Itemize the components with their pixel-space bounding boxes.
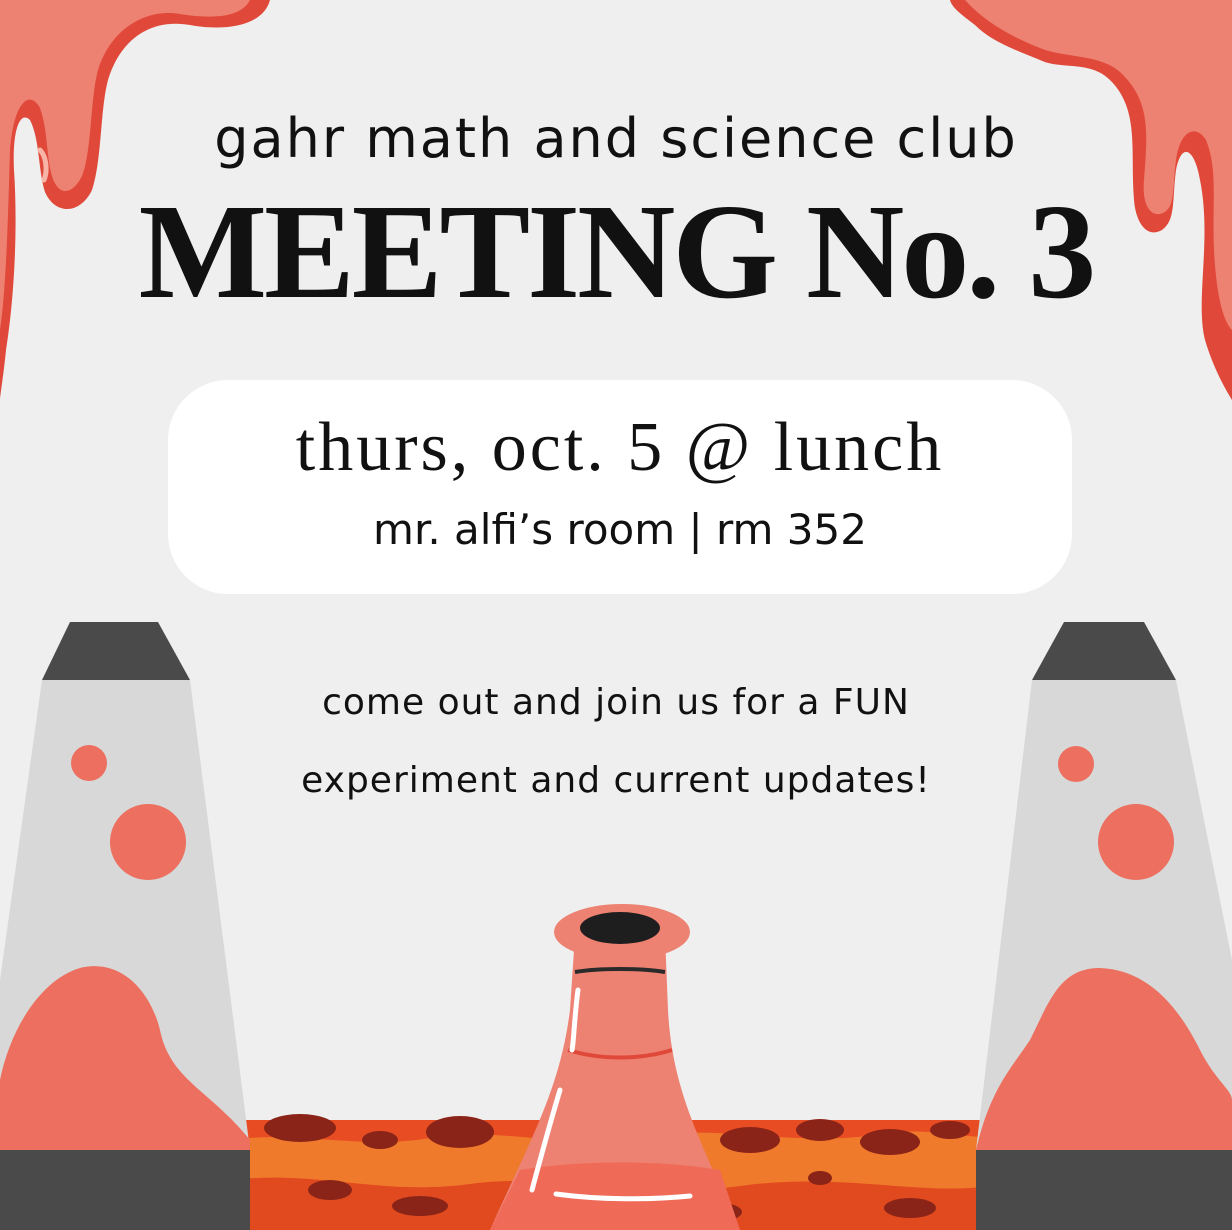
club-name: gahr math and science club (214, 107, 1018, 170)
meeting-date-time: thurs, oct. 5 @ lunch (295, 409, 945, 486)
event-poster: gahr math and science club MEETING No. 3… (0, 0, 1232, 1230)
erlenmeyer-flask-illustration (490, 904, 740, 1230)
meeting-description: come out and join us for a FUN experimen… (301, 682, 931, 801)
lava-lamp-left-illustration (0, 622, 250, 1230)
meeting-title: MEETING No. 3 (138, 177, 1097, 327)
meeting-details-card: thurs, oct. 5 @ lunch mr. alfi’s room | … (168, 380, 1072, 594)
meeting-location: mr. alfi’s room | rm 352 (373, 505, 867, 554)
